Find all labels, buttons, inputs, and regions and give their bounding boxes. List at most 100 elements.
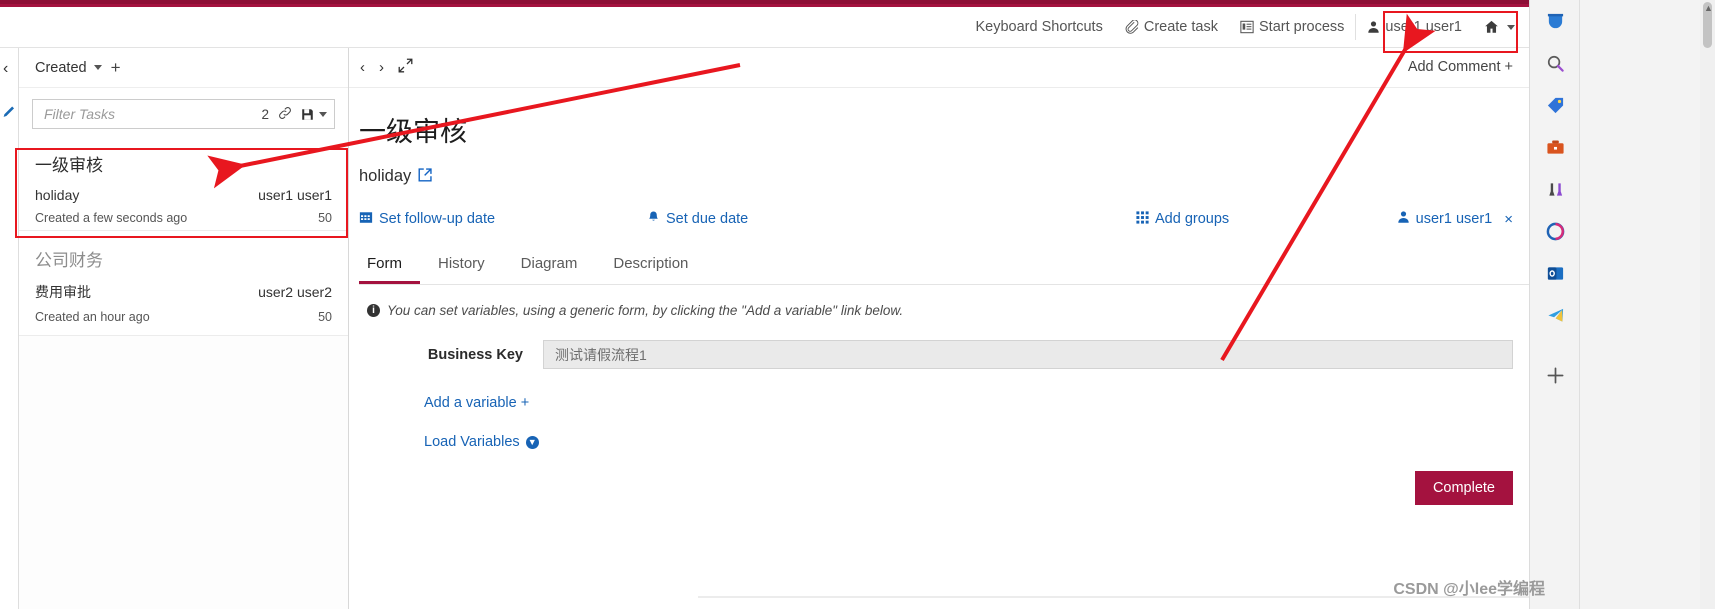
- calendar-icon: [359, 210, 373, 228]
- task-process-name: 费用审批: [35, 284, 91, 300]
- task-created-time: Created an hour ago: [35, 310, 150, 324]
- business-key-row: Business Key 测试请假流程1: [359, 340, 1529, 369]
- task-process-name: holiday: [35, 187, 80, 203]
- task-assignee: user2 user2: [258, 284, 332, 300]
- business-key-field[interactable]: 测试请假流程1: [543, 340, 1513, 369]
- bell-icon: [647, 210, 660, 228]
- header-create-task[interactable]: Create task: [1114, 7, 1229, 48]
- add-variable-label: Add a variable +: [424, 395, 530, 411]
- set-due-date-button[interactable]: Set due date: [647, 210, 748, 228]
- header-keyboard-shortcuts-label: Keyboard Shortcuts: [975, 19, 1103, 35]
- task-filter-wrap: Filter Tasks 2: [19, 88, 348, 138]
- app-header: Keyboard Shortcuts Create task Start pro…: [0, 7, 1529, 48]
- briefcase-icon[interactable]: [1531, 126, 1579, 168]
- send-icon[interactable]: [1531, 294, 1579, 336]
- chevron-down-icon: [319, 111, 327, 117]
- tab-diagram[interactable]: Diagram: [503, 248, 596, 284]
- task-list-item[interactable]: 公司财务 费用审批 user2 user2 Created an hour ag…: [19, 231, 348, 336]
- pencil-icon[interactable]: [2, 104, 15, 124]
- search-icon[interactable]: [1531, 42, 1579, 84]
- task-sort-label: Created: [35, 59, 87, 76]
- add-variable-button[interactable]: Add a variable +: [359, 395, 1529, 411]
- task-sort-dropdown[interactable]: Created: [35, 60, 102, 76]
- header-start-process[interactable]: Start process: [1229, 7, 1355, 48]
- tag-icon[interactable]: [1531, 84, 1579, 126]
- watermark: CSDN @小lee学编程: [1393, 581, 1545, 598]
- save-icon[interactable]: [301, 108, 327, 121]
- task-created-time: Created a few seconds ago: [35, 211, 188, 225]
- chevron-down-icon: [1507, 24, 1515, 30]
- screenshot-root: Keyboard Shortcuts Create task Start pro…: [0, 0, 1715, 609]
- set-due-date-label: Set due date: [666, 211, 749, 227]
- user-icon: [1397, 210, 1410, 228]
- chevron-down-icon: [93, 65, 102, 70]
- paperclip-icon: [1125, 20, 1139, 34]
- detail-body: 一级审核 holiday Set follow-up date Set due …: [349, 88, 1529, 505]
- user-icon: [1367, 20, 1380, 34]
- add-icon[interactable]: [1531, 354, 1579, 396]
- process-definition-name: holiday: [359, 167, 412, 185]
- tab-form[interactable]: Form: [359, 248, 420, 284]
- task-filter-bar[interactable]: Filter Tasks 2: [32, 99, 335, 129]
- set-follow-up-date-label: Set follow-up date: [379, 211, 496, 227]
- detail-tabs: Form History Diagram Description: [359, 248, 1529, 285]
- header-keyboard-shortcuts[interactable]: Keyboard Shortcuts: [964, 7, 1113, 48]
- left-collapse-rail: ‹: [0, 48, 19, 609]
- business-key-label: Business Key: [427, 346, 523, 363]
- side-rail-divider: [1579, 0, 1580, 609]
- microsoft365-icon[interactable]: [1531, 210, 1579, 252]
- home-icon: [1484, 20, 1499, 34]
- remove-assignee-icon[interactable]: ×: [1504, 211, 1513, 228]
- task-list-panel: Created + Filter Tasks 2 一级审核 holiday us…: [19, 48, 349, 609]
- download-circle-icon: ▼: [525, 435, 539, 449]
- side-rail-icon-list: [1531, 0, 1579, 396]
- add-groups-button[interactable]: Add groups: [1136, 210, 1230, 228]
- external-link-icon: [418, 168, 432, 185]
- info-icon: i: [367, 304, 380, 317]
- set-follow-up-date-button[interactable]: Set follow-up date: [359, 210, 495, 228]
- task-assignee: user1 user1: [258, 187, 332, 203]
- task-detail-panel: ‹ › Add Comment + 一级审核 holiday Set follo…: [349, 48, 1715, 609]
- header-home-menu[interactable]: [1473, 7, 1529, 48]
- task-list-header: Created +: [19, 48, 348, 88]
- detail-nav-bar: ‹ › Add Comment +: [349, 48, 1529, 88]
- task-count-badge: 2: [261, 106, 269, 122]
- add-filter-button[interactable]: +: [111, 59, 121, 76]
- drop-icon[interactable]: [1531, 0, 1579, 42]
- list-icon: [1240, 20, 1254, 34]
- form-info-message: i You can set variables, using a generic…: [367, 303, 1529, 318]
- page-title: 一级审核: [359, 117, 467, 147]
- nav-back-icon[interactable]: ‹: [360, 59, 365, 76]
- expand-icon[interactable]: [398, 58, 413, 77]
- business-key-value: 测试请假流程1: [555, 346, 647, 363]
- header-start-process-label: Start process: [1259, 19, 1345, 35]
- tab-description[interactable]: Description: [595, 248, 706, 284]
- task-priority: 50: [318, 310, 332, 324]
- task-priority: 50: [318, 211, 332, 225]
- page-scrollbar[interactable]: [1700, 0, 1715, 609]
- add-comment-button[interactable]: Add Comment +: [1408, 59, 1513, 75]
- task-title: 公司财务: [35, 251, 103, 270]
- add-groups-label: Add groups: [1155, 211, 1230, 227]
- load-variables-label: Load Variables: [424, 434, 520, 450]
- grid-icon: [1136, 210, 1149, 228]
- brand-top-bar-shade: [0, 0, 1529, 4]
- task-list-item[interactable]: 一级审核 holiday user1 user1 Created a few s…: [19, 138, 348, 231]
- complete-button[interactable]: Complete: [1414, 471, 1513, 505]
- link-icon[interactable]: [278, 106, 292, 123]
- header-user-menu[interactable]: user1 user1: [1356, 7, 1473, 48]
- assignee-chip[interactable]: user1 user1 ×: [1397, 210, 1513, 228]
- process-definition-link[interactable]: holiday: [359, 167, 1529, 186]
- tab-history[interactable]: History: [420, 248, 503, 284]
- load-variables-button[interactable]: Load Variables ▼: [359, 434, 1529, 450]
- assignee-label: user1 user1: [1415, 211, 1493, 227]
- task-title: 一级审核: [35, 156, 103, 175]
- games-icon[interactable]: [1531, 168, 1579, 210]
- nav-forward-icon[interactable]: ›: [379, 59, 384, 76]
- search-input[interactable]: Filter Tasks: [44, 106, 252, 122]
- scroll-up-icon[interactable]: ▲: [1704, 3, 1713, 13]
- sidebar-collapse-icon[interactable]: ‹: [3, 60, 8, 78]
- outlook-icon[interactable]: [1531, 252, 1579, 294]
- form-info-text: You can set variables, using a generic f…: [387, 303, 904, 318]
- task-action-row: Set follow-up date Set due date Add grou…: [359, 204, 1529, 234]
